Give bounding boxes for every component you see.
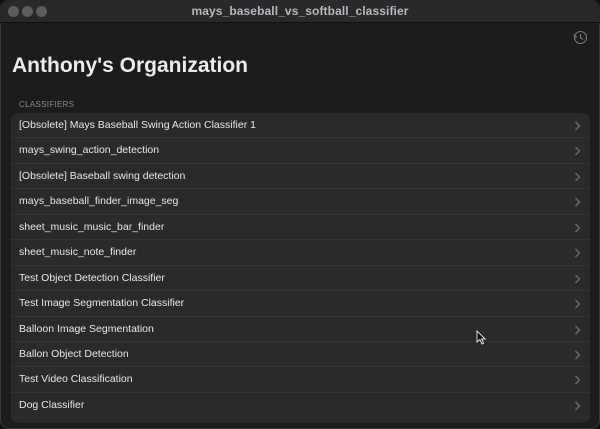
chevron-right-icon xyxy=(575,146,581,156)
chevron-right-icon xyxy=(575,299,581,309)
list-item[interactable]: mays_baseball_finder_image_seg xyxy=(11,189,590,215)
list-item-label: Ballon Object Detection xyxy=(19,347,129,360)
chevron-right-icon xyxy=(575,121,581,131)
list-item[interactable]: [Obsolete] Mays Baseball Swing Action Cl… xyxy=(11,113,590,139)
chevron-right-icon xyxy=(575,401,581,411)
list-item-label: Test Video Classification xyxy=(19,373,133,386)
list-item[interactable]: Test Object Detection Classifier xyxy=(11,266,590,292)
app-window: mays_baseball_vs_softball_classifier Ant… xyxy=(0,0,600,429)
list-item-label: [Obsolete] Mays Baseball Swing Action Cl… xyxy=(19,119,256,131)
list-item[interactable]: [Obsolete] Baseball swing detection xyxy=(11,164,590,190)
chevron-right-icon xyxy=(575,375,581,385)
list-item-label: mays_baseball_finder_image_seg xyxy=(19,195,179,208)
section-header: CLASSIFIERS xyxy=(19,100,75,109)
classifier-list[interactable]: [Obsolete] Mays Baseball Swing Action Cl… xyxy=(11,113,590,423)
chevron-right-icon xyxy=(575,172,581,182)
chevron-right-icon xyxy=(575,197,581,207)
sync-icon xyxy=(573,30,588,45)
list-item-label: Dog Classifier xyxy=(19,398,85,411)
page-title: Anthony's Organization xyxy=(12,54,248,77)
list-item-label: Test Object Detection Classifier xyxy=(19,271,165,284)
chevron-right-icon xyxy=(575,223,581,233)
chevron-right-icon xyxy=(575,350,581,360)
list-item-label: mays_swing_action_detection xyxy=(19,144,160,157)
list-item-label: Balloon Image Segmentation xyxy=(19,322,154,335)
list-item[interactable]: Test Video Classification xyxy=(11,367,590,393)
list-item-label: [Obsolete] Baseball swing detection xyxy=(19,169,186,182)
chevron-right-icon xyxy=(575,325,581,334)
list-item[interactable]: Ballon Object Detection xyxy=(11,342,590,368)
list-item[interactable]: Balloon Image Segmentation xyxy=(11,317,590,342)
chevron-right-icon xyxy=(575,248,581,258)
sync-button[interactable] xyxy=(572,29,589,46)
list-item-label: sheet_music_note_finder xyxy=(19,246,137,259)
list-item[interactable]: sheet_music_note_finder xyxy=(11,240,590,266)
window-title: mays_baseball_vs_softball_classifier xyxy=(191,4,409,18)
list-item[interactable]: Dog Classifier xyxy=(11,393,590,419)
list-item[interactable]: Test Image Segmentation Classifier xyxy=(11,291,590,317)
chevron-right-icon xyxy=(575,274,581,284)
title-bar[interactable]: mays_baseball_vs_softball_classifier xyxy=(0,0,600,23)
list-item[interactable]: sheet_music_music_bar_finder xyxy=(11,215,590,241)
list-item[interactable]: mays_swing_action_detection xyxy=(11,138,590,164)
mouse-pointer-icon xyxy=(476,330,487,345)
list-item-label: Test Image Segmentation Classifier xyxy=(19,297,185,310)
list-item-label: sheet_music_music_bar_finder xyxy=(19,220,165,233)
